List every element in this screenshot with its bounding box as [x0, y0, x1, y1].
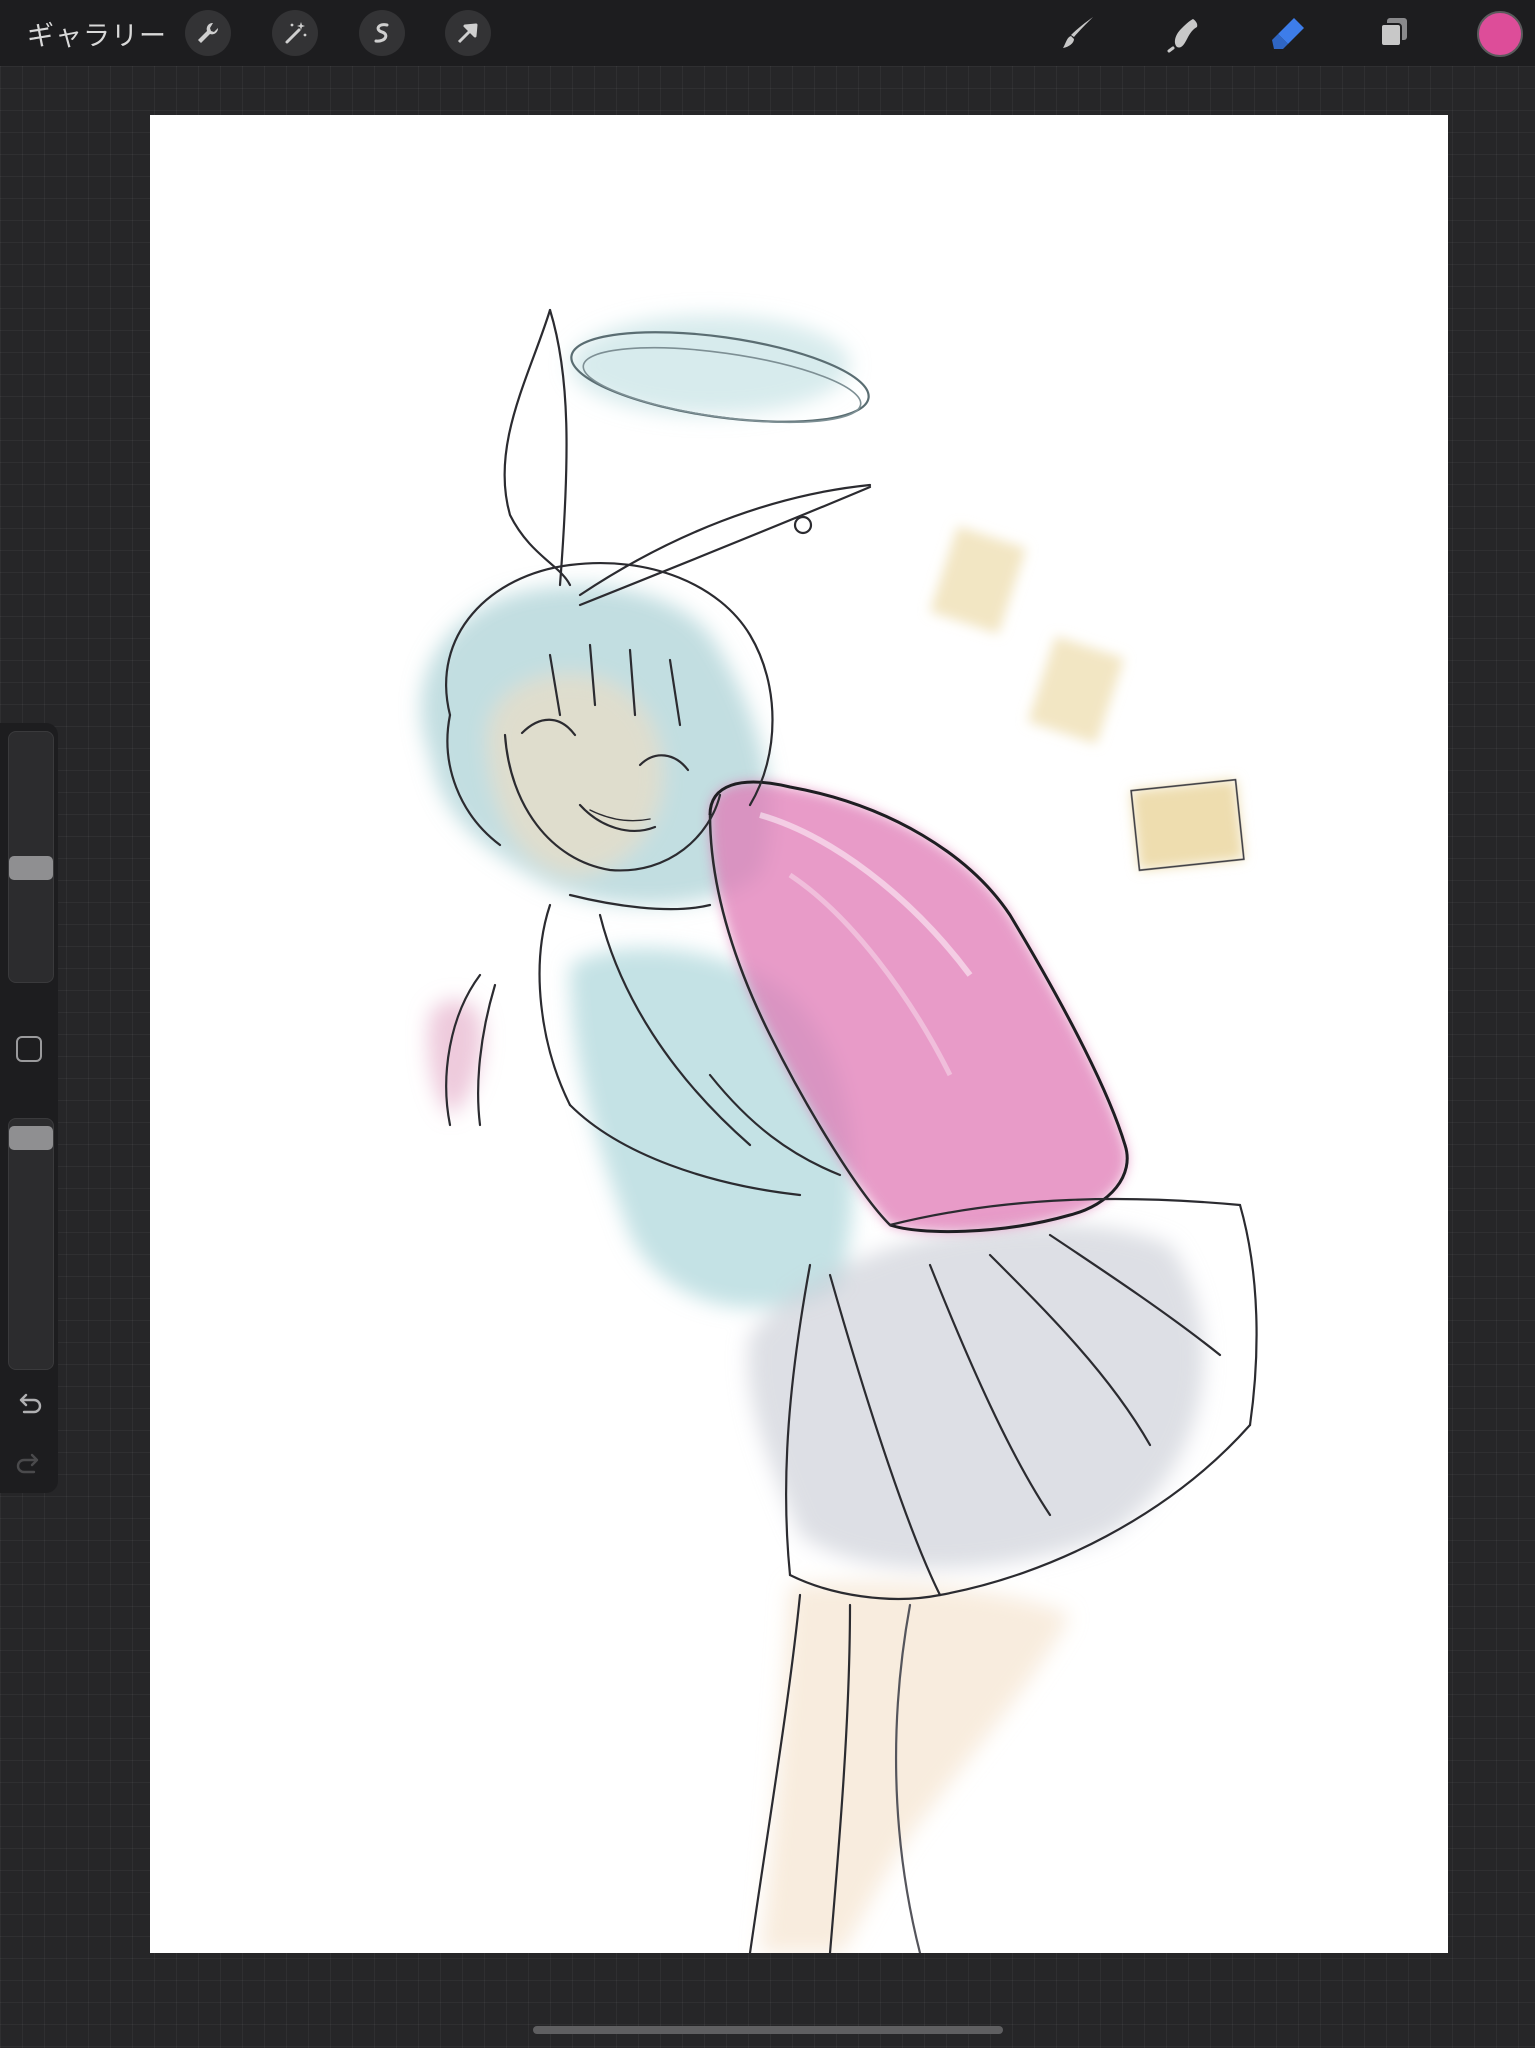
brush-size-thumb[interactable]: [9, 856, 53, 880]
smudge-button[interactable]: [1160, 10, 1206, 56]
actions-button[interactable]: [185, 10, 231, 56]
drawing-canvas[interactable]: [150, 115, 1448, 1953]
undo-button[interactable]: [14, 1390, 44, 1420]
color-swatch[interactable]: [1477, 11, 1523, 57]
top-toolbar: ギャラリー: [0, 0, 1535, 66]
brush-icon: [1063, 17, 1093, 48]
brush-button[interactable]: [1056, 10, 1102, 56]
left-sidebar: [0, 723, 58, 1493]
eraser-button[interactable]: [1265, 10, 1311, 56]
selection-button[interactable]: [359, 10, 405, 56]
layers-icon: [1380, 18, 1407, 47]
brush-size-slider[interactable]: [8, 731, 54, 983]
selection-icon: [374, 23, 389, 43]
eraser-icon: [1272, 18, 1304, 49]
home-indicator[interactable]: [533, 2026, 1003, 2034]
magic-wand-icon: [285, 22, 307, 44]
motion-marks: [929, 526, 1244, 871]
smudge-icon: [1167, 19, 1198, 53]
redo-icon: [16, 1453, 39, 1474]
undo-icon: [19, 1393, 42, 1414]
transform-arrow-icon: [457, 23, 478, 44]
artwork-sketch: [421, 308, 1258, 1953]
modify-button[interactable]: [16, 1036, 42, 1062]
layers-button[interactable]: [1371, 10, 1417, 56]
redo-button[interactable]: [14, 1450, 44, 1480]
adjustments-button[interactable]: [272, 10, 318, 56]
opacity-slider[interactable]: [8, 1118, 54, 1370]
gallery-button[interactable]: ギャラリー: [27, 14, 167, 53]
wrench-icon: [198, 22, 219, 43]
opacity-thumb[interactable]: [9, 1126, 53, 1150]
transform-button[interactable]: [445, 10, 491, 56]
